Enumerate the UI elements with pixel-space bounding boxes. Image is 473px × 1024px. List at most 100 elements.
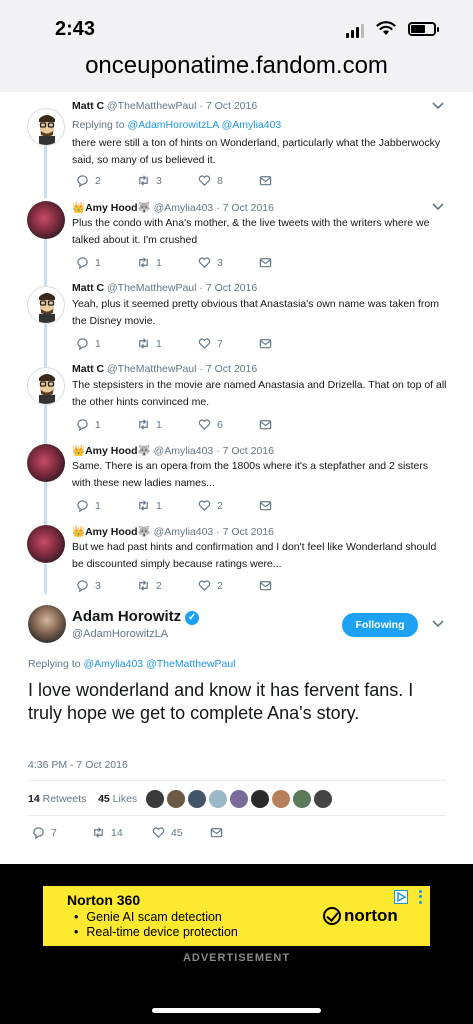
like-button[interactable]: 8: [198, 174, 259, 187]
tweet-date[interactable]: 7 Oct 2016: [206, 363, 257, 375]
heart-icon: [198, 580, 211, 591]
retweet-button[interactable]: 1: [137, 418, 198, 431]
avatar[interactable]: [27, 201, 65, 239]
like-button[interactable]: 45: [152, 826, 210, 839]
avatar[interactable]: [251, 790, 269, 808]
direct-message-button[interactable]: [259, 256, 320, 269]
like-button[interactable]: 2: [198, 499, 259, 512]
author-name[interactable]: Matt C: [72, 363, 104, 375]
tweet-date[interactable]: 7 Oct 2016: [223, 526, 274, 538]
author-handle[interactable]: @AdamHorowitzLA: [72, 628, 168, 640]
home-indicator[interactable]: [152, 1008, 321, 1013]
retweet-button[interactable]: 3: [137, 174, 198, 187]
tweet-header: 👑Amy Hood🐺 @Amylia403 · 7 Oct 2016: [72, 526, 274, 538]
url-bar[interactable]: onceuponatime.fandom.com: [0, 52, 473, 80]
likes-stat[interactable]: 45 Likes: [98, 793, 137, 805]
thread-line: [44, 482, 47, 528]
adchoices-icon[interactable]: [394, 890, 408, 904]
direct-message-button[interactable]: [259, 499, 320, 512]
tweet-header: Matt C @TheMatthewPaul · 7 Oct 2016: [72, 363, 258, 375]
thread-line: [44, 564, 47, 594]
tweet-date[interactable]: 7 Oct 2016: [223, 202, 274, 214]
direct-message-button[interactable]: [259, 418, 320, 431]
avatar[interactable]: [167, 790, 185, 808]
retweet-button[interactable]: 2: [137, 579, 198, 592]
thread-line: [44, 321, 47, 367]
ad-title[interactable]: Norton 360: [67, 892, 140, 908]
mention-link[interactable]: @Amylia403: [83, 658, 143, 670]
tweet-text: I love wonderland and know it has ferven…: [28, 680, 414, 723]
author-handle[interactable]: @TheMatthewPaul: [107, 282, 196, 294]
avatar[interactable]: [209, 790, 227, 808]
retweet-button[interactable]: 14: [92, 826, 152, 839]
mention-link[interactable]: @Amylia403: [222, 119, 282, 131]
like-button[interactable]: 3: [198, 256, 259, 269]
avatar[interactable]: [272, 790, 290, 808]
tweet-date[interactable]: 7 Oct 2016: [223, 445, 274, 457]
tweet-date[interactable]: 7 Oct 2016: [206, 282, 257, 294]
chevron-down-icon[interactable]: [432, 202, 444, 212]
liker-avatars: [146, 790, 332, 808]
avatar[interactable]: [230, 790, 248, 808]
more-options-icon[interactable]: [414, 889, 426, 905]
norton-logo[interactable]: norton: [323, 906, 398, 926]
direct-message-button[interactable]: [259, 579, 320, 592]
tweet-date[interactable]: 7 Oct 2016: [206, 100, 257, 112]
avatar[interactable]: [28, 605, 66, 643]
direct-message-button[interactable]: [259, 174, 320, 187]
reply-button[interactable]: 1: [76, 418, 137, 431]
chevron-down-icon[interactable]: [432, 101, 444, 111]
checkmark-icon: [323, 907, 341, 925]
like-button[interactable]: 2: [198, 579, 259, 592]
envelope-icon: [259, 581, 272, 591]
avatar[interactable]: [188, 790, 206, 808]
reply-button[interactable]: 1: [76, 337, 137, 350]
retweet-icon: [139, 257, 148, 268]
direct-message-button[interactable]: [259, 337, 320, 350]
reply-button[interactable]: 2: [76, 174, 137, 187]
divider: [28, 815, 446, 816]
reply-icon: [77, 175, 88, 187]
author-name[interactable]: Amy Hood: [85, 445, 138, 457]
following-button[interactable]: Following: [342, 613, 418, 637]
avatar[interactable]: [27, 525, 65, 563]
avatar[interactable]: [293, 790, 311, 808]
retweet-button[interactable]: 1: [137, 337, 198, 350]
reply-button[interactable]: 7: [32, 826, 92, 839]
mention-link[interactable]: @AdamHorowitzLA: [127, 119, 218, 131]
avatar[interactable]: [27, 444, 65, 482]
reply-button[interactable]: 1: [76, 499, 137, 512]
tweet-timestamp[interactable]: 4:36 PM - 7 Oct 2016: [28, 759, 128, 771]
like-button[interactable]: 7: [198, 337, 259, 350]
like-button[interactable]: 6: [198, 418, 259, 431]
author-handle[interactable]: @Amylia403: [154, 526, 214, 538]
browser-chrome: 2:43 onceuponatime.fandom.com: [0, 0, 473, 92]
envelope-icon: [210, 828, 223, 838]
author-name[interactable]: Amy Hood: [85, 202, 138, 214]
avatar[interactable]: [27, 286, 65, 324]
tweet-text: Same. There is an opera from the 1800s w…: [72, 460, 429, 489]
author-handle[interactable]: @Amylia403: [154, 202, 214, 214]
retweet-button[interactable]: 1: [137, 499, 198, 512]
author-name[interactable]: Adam Horowitz ✓: [72, 608, 200, 625]
author-name[interactable]: Matt C: [72, 100, 104, 112]
retweet-button[interactable]: 1: [137, 256, 198, 269]
cellular-signal-icon: [346, 24, 364, 38]
avatar[interactable]: [27, 108, 65, 146]
reply-button[interactable]: 1: [76, 256, 137, 269]
direct-message-button[interactable]: [210, 826, 270, 839]
mention-link[interactable]: @TheMatthewPaul: [146, 658, 235, 670]
author-handle[interactable]: @TheMatthewPaul: [107, 363, 196, 375]
retweets-stat[interactable]: 14 Retweets: [28, 793, 86, 805]
chevron-down-icon[interactable]: [432, 619, 444, 629]
author-handle[interactable]: @Amylia403: [154, 445, 214, 457]
author-handle[interactable]: @TheMatthewPaul: [107, 100, 196, 112]
reply-icon: [77, 257, 88, 269]
status-time: 2:43: [55, 18, 96, 40]
reply-button[interactable]: 3: [76, 579, 137, 592]
avatar[interactable]: [146, 790, 164, 808]
author-name[interactable]: Amy Hood: [85, 526, 138, 538]
avatar[interactable]: [314, 790, 332, 808]
avatar[interactable]: [27, 367, 65, 405]
author-name[interactable]: Matt C: [72, 282, 104, 294]
